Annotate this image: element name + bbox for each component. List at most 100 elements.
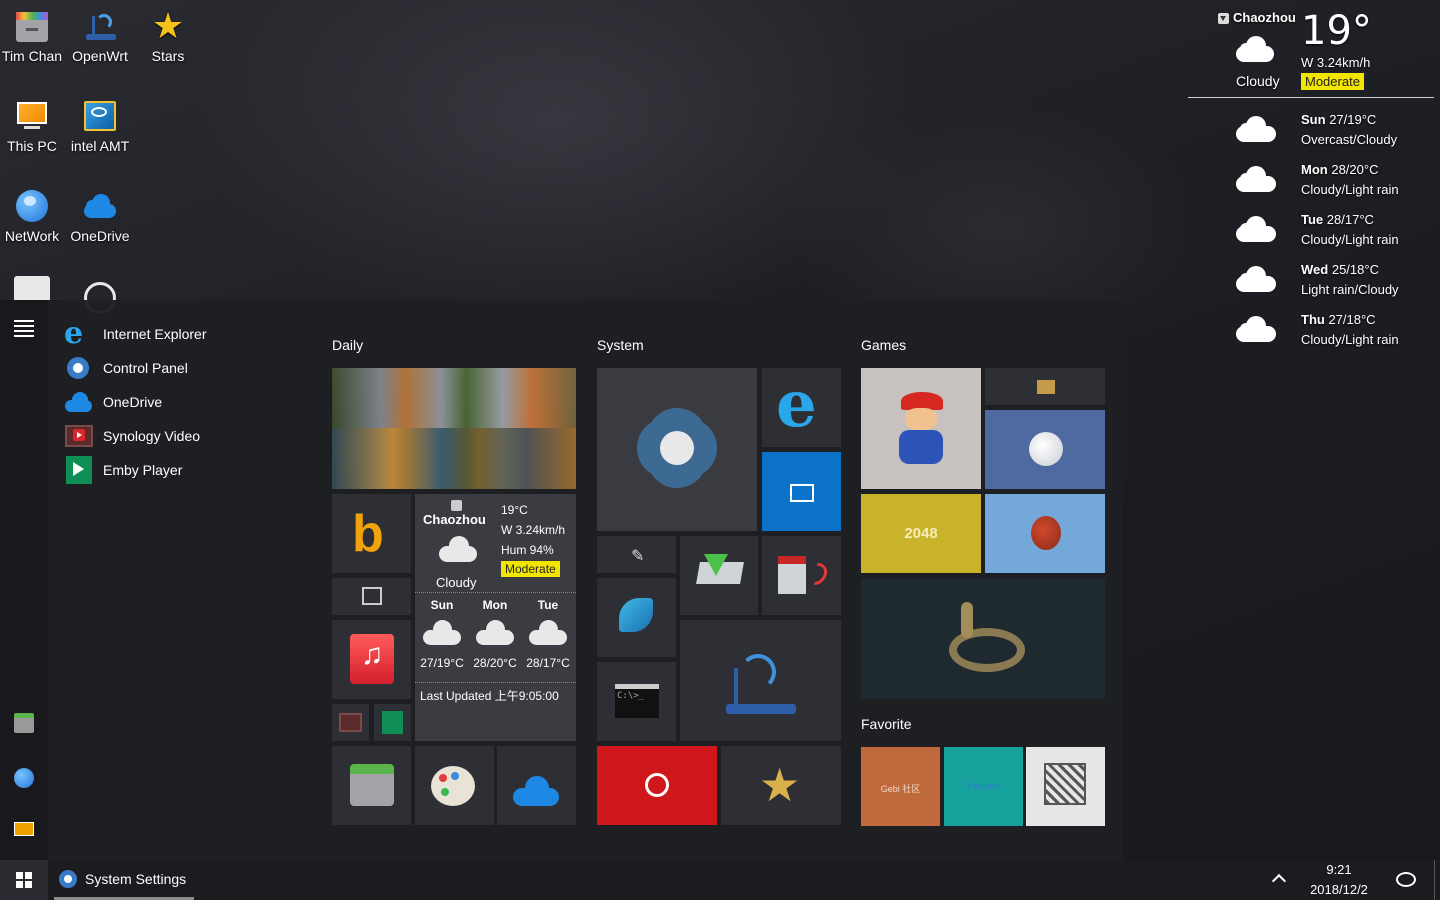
tile-mario[interactable]	[861, 368, 981, 489]
tile-cmd[interactable]: C:\>_	[597, 662, 676, 741]
terminal-icon: C:\>_	[615, 684, 659, 718]
tile-store[interactable]	[762, 452, 841, 531]
shopping-bag-icon	[790, 484, 814, 502]
play-icon	[64, 456, 92, 484]
tile-bing[interactable]: b	[332, 494, 411, 573]
tile-minesweeper[interactable]	[985, 410, 1105, 489]
video-icon	[339, 713, 362, 732]
desktop-icon-tim-chan[interactable]: Tim Chan	[0, 8, 66, 64]
bing-icon: b	[352, 505, 384, 563]
dropdown-icon[interactable]	[451, 500, 462, 511]
divider	[415, 592, 576, 593]
tile-bird[interactable]	[597, 578, 676, 657]
intel-xeon-icon	[82, 98, 118, 134]
gear-icon	[64, 354, 92, 382]
weather-tile-humidity: Hum 94%	[501, 543, 554, 557]
tile-turtle[interactable]	[985, 494, 1105, 573]
ie-icon: e	[64, 316, 84, 351]
aqi-badge: Moderate	[1301, 73, 1364, 90]
group-title-favorite: Favorite	[861, 716, 912, 732]
tile-emby-small[interactable]	[374, 704, 411, 741]
forecast-desc: Cloudy/Light rain	[1301, 332, 1399, 347]
cloud-icon	[1236, 34, 1276, 64]
seal-logo	[1044, 763, 1086, 805]
tile-weather[interactable]: Chaozhou Cloudy 19°C W 3.24km/h Hum 94% …	[415, 494, 576, 741]
windows-icon	[16, 872, 32, 888]
weather-tile-condition: Cloudy	[436, 575, 477, 590]
tile-calligraphy[interactable]	[1026, 747, 1105, 826]
tile-router[interactable]	[680, 620, 841, 741]
forecast-day: Tue	[1301, 212, 1324, 227]
recycle-bin-icon[interactable]	[14, 276, 50, 300]
cloud-icon	[64, 388, 92, 416]
play-icon	[382, 711, 403, 734]
tile-remote[interactable]	[762, 536, 841, 615]
forecast-row: Wed 25/18°C Light rain/Cloudy	[1188, 262, 1434, 306]
tile-photo-viewer[interactable]	[332, 578, 411, 615]
music-icon: ♫	[350, 634, 394, 684]
tile-2048[interactable]: 2048	[861, 494, 981, 573]
app-emby-player[interactable]: Emby Player	[64, 456, 182, 484]
cloud-icon	[476, 618, 514, 648]
weather-divider	[1188, 97, 1434, 98]
app-internet-explorer[interactable]: e Internet Explorer	[64, 316, 207, 351]
hamburger-menu-icon[interactable]	[14, 320, 34, 337]
dropdown-icon[interactable]	[1218, 13, 1229, 24]
app-synology-video[interactable]: Synology Video	[64, 422, 200, 450]
start-button[interactable]	[0, 860, 48, 900]
taskbar-app-system-settings[interactable]: System Settings	[54, 860, 194, 900]
game-2048-label: 2048	[904, 525, 938, 542]
weather-tile-day-name: Sun	[430, 598, 454, 612]
desktop-icon-network[interactable]: NetWork	[0, 188, 66, 244]
video-icon	[64, 422, 93, 450]
this-pc-icon[interactable]	[14, 822, 34, 836]
desktop-icon-this-pc[interactable]: This PC	[0, 98, 66, 154]
network-icon[interactable]	[14, 768, 34, 788]
notifications-icon[interactable]	[1396, 872, 1416, 887]
tile-snake[interactable]	[861, 578, 1105, 699]
tile-download[interactable]	[680, 536, 758, 615]
tile-game-small[interactable]	[985, 368, 1105, 405]
weather-tile-day-name: Mon	[482, 598, 508, 612]
snake-icon	[949, 628, 1025, 672]
monitor-icon	[14, 98, 50, 134]
tile-music[interactable]: ♫	[332, 620, 411, 699]
tile-paint[interactable]	[415, 746, 494, 825]
remote-icon	[778, 556, 806, 594]
tile-feiyuan[interactable]: Feiyuan	[944, 747, 1023, 826]
forecast-range: 25/18°C	[1331, 262, 1379, 277]
tile-gebi[interactable]: Gebi 社区	[861, 747, 940, 826]
tile-stars[interactable]: ★	[721, 746, 841, 825]
forecast-day: Mon	[1301, 162, 1328, 177]
tile-photos[interactable]	[332, 368, 576, 489]
tile-podcast[interactable]	[597, 746, 717, 825]
desktop-icon-stars[interactable]: ★ Stars	[134, 8, 202, 65]
clock[interactable]: 9:21 2018/12/2	[1300, 860, 1378, 900]
desktop-icon-onedrive[interactable]: OneDrive	[66, 188, 134, 244]
weather-condition: Cloudy	[1236, 73, 1280, 89]
desktop-icon-openwrt[interactable]: OpenWrt	[66, 8, 134, 64]
tile-onedrive[interactable]	[497, 746, 576, 825]
documents-icon[interactable]	[14, 713, 34, 733]
weather-wind: W 3.24km/h	[1301, 55, 1371, 70]
weather-tile-updated: Last Updated 上午9:05:00	[420, 689, 559, 703]
show-desktop-button[interactable]	[1434, 860, 1440, 900]
app-control-panel[interactable]: Control Panel	[64, 354, 188, 382]
desktop-icon-intel-amt[interactable]: intel AMT	[66, 98, 134, 154]
chevron-up-icon[interactable]	[1271, 873, 1287, 889]
tile-settings[interactable]	[597, 368, 757, 531]
cloud-icon	[439, 534, 479, 564]
weather-tile-day: Mon 28/20°C	[468, 598, 522, 678]
weather-city[interactable]: Chaozhou	[1233, 10, 1296, 25]
gear-icon	[59, 869, 77, 888]
group-title-system: System	[597, 337, 644, 353]
tile-file-archive[interactable]	[332, 746, 411, 825]
forecast-range: 28/20°C	[1331, 162, 1379, 177]
tile-edge[interactable]: e	[762, 368, 841, 447]
app-onedrive[interactable]: OneDrive	[64, 388, 162, 416]
archive-icon	[14, 8, 50, 44]
aqi-badge: Moderate	[501, 561, 560, 577]
weather-tile-day-name: Tue	[537, 598, 559, 612]
tile-picker[interactable]: ✎	[597, 536, 676, 573]
tile-video-small[interactable]	[332, 704, 369, 741]
